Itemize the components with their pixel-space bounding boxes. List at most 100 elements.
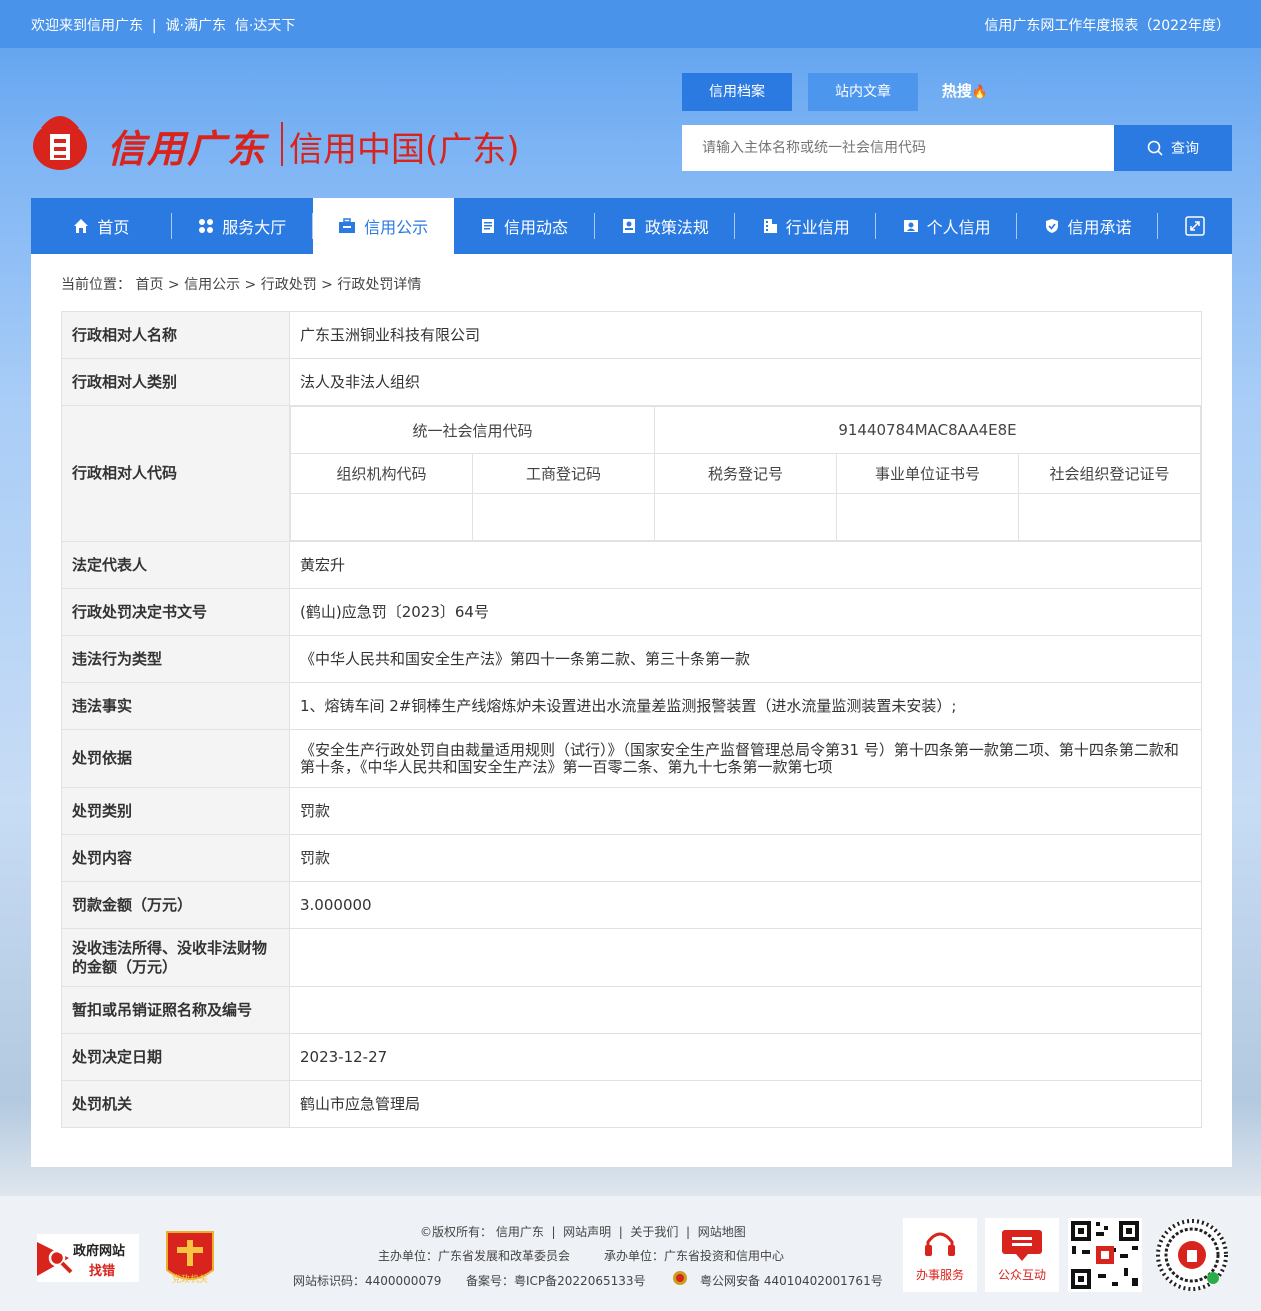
nav-expand-button[interactable] (1158, 198, 1232, 254)
home-icon (74, 219, 89, 233)
welcome-text: 欢迎来到信用广东 | 诚·满广东 信·达天下 (31, 18, 296, 34)
uscc-label: 统一社会信用代码 (290, 406, 655, 454)
expand-icon (1185, 216, 1205, 236)
party-gov-badge[interactable]: 党政机关 (163, 1230, 217, 1288)
table-row: 处罚决定日期 2023-12-27 (61, 1033, 1202, 1081)
row-value: 2023-12-27 (289, 1033, 1202, 1081)
footer-site-id: 网站标识码：4400000079 (293, 1274, 442, 1288)
row-value: 3.000000 (289, 881, 1202, 929)
top-bar: 欢迎来到信用广东 | 诚·满广东 信·达天下 信用广东网工作年度报表（2022年… (0, 0, 1261, 48)
row-label: 行政相对人名称 (61, 311, 290, 359)
nav-item-industry-credit[interactable]: 行业信用 (735, 198, 877, 254)
qr-code-icon[interactable] (1068, 1218, 1142, 1292)
mini-program-code-icon[interactable] (1155, 1218, 1229, 1292)
row-label: 法定代表人 (61, 541, 290, 589)
row-value: 鹤山市应急管理局 (289, 1080, 1202, 1128)
nav-item-personal-credit[interactable]: 个人信用 (876, 198, 1018, 254)
code-header: 工商登记码 (472, 453, 655, 494)
row-value (289, 928, 1202, 987)
nav-label: 政策法规 (644, 218, 709, 237)
police-badge-icon (673, 1271, 687, 1285)
magnifier-icon (37, 1242, 73, 1276)
hot-search-label: 热搜 (941, 82, 972, 100)
service-tile[interactable]: 办事服务 (903, 1218, 977, 1292)
codes-cell: 统一社会信用代码 91440784MAC8AA4E8E 组织机构代码 工商登记码… (289, 405, 1202, 542)
footer-sponsor: 主办单位：广东省发展和改革委员会 (378, 1249, 571, 1263)
search-button-label: 查询 (1171, 141, 1199, 157)
table-row: 处罚机关 鹤山市应急管理局 (61, 1080, 1202, 1128)
row-label: 处罚决定日期 (61, 1033, 290, 1081)
row-label: 处罚依据 (61, 729, 290, 788)
tab-credit-archive[interactable]: 信用档案 (682, 73, 792, 111)
building-icon (763, 219, 777, 233)
logo-divider (281, 122, 283, 166)
nav-item-home[interactable]: 首页 (31, 198, 172, 254)
table-row: 违法事实 1、熔铸车间 2#铜棒生产线熔炼炉未设置进出水流量差监测报警装置（进水… (61, 682, 1202, 730)
code-value (290, 493, 473, 541)
uscc-value: 91440784MAC8AA4E8E (654, 406, 1201, 454)
table-row: 法定代表人 黄宏升 (61, 541, 1202, 589)
nav-item-credit-commitment[interactable]: 信用承诺 (1017, 198, 1158, 254)
annual-report-link[interactable]: 信用广东网工作年度报表（2022年度） (984, 15, 1230, 35)
code-header: 组织机构代码 (290, 453, 473, 494)
table-row: 行政相对人名称 广东玉洲铜业科技有限公司 (61, 311, 1202, 359)
nav-label: 个人信用 (926, 218, 991, 237)
hot-search-link[interactable]: 热搜🔥 (930, 73, 1000, 111)
chat-bubble-icon (1002, 1229, 1042, 1261)
codes-table: 统一社会信用代码 91440784MAC8AA4E8E 组织机构代码 工商登记码… (290, 406, 1201, 541)
nav-item-service-hall[interactable]: 服务大厅 (172, 198, 313, 254)
table-row: 处罚类别 罚款 (61, 787, 1202, 835)
party-name-value: 广东玉洲铜业科技有限公司 (289, 311, 1202, 359)
gov-badge-line1: 政府网站 (73, 1244, 126, 1259)
row-label: 处罚机关 (61, 1080, 290, 1128)
footer-police-record[interactable]: 粤公网安备 44010402001761号 (700, 1272, 883, 1289)
site-logo[interactable]: 信用广东 信用中国(广东) (31, 100, 531, 180)
gov-badge-line2: 找错 (89, 1264, 116, 1279)
breadcrumb: 当前位置： 首页 > 信用公示 > 行政处罚 > 行政处罚详情 (61, 277, 422, 293)
service-tile-label: 办事服务 (915, 1267, 964, 1282)
nav-label: 行业信用 (785, 218, 850, 237)
row-label: 没收违法所得、没收非法财物的金额（万元） (61, 928, 290, 987)
code-value (472, 493, 655, 541)
row-value: 1、熔铸车间 2#铜棒生产线熔炼炉未设置进出水流量差监测报警装置（进水流量监测装… (289, 682, 1202, 730)
search-input[interactable] (682, 125, 1114, 171)
row-label: 违法行为类型 (61, 635, 290, 683)
nav-label: 信用承诺 (1067, 218, 1132, 237)
code-value (836, 493, 1019, 541)
grid-icon (199, 219, 214, 233)
table-row: 行政处罚决定书文号 (鹤山)应急罚〔2023〕64号 (61, 588, 1202, 636)
row-label: 暂扣或吊销证照名称及编号 (61, 986, 290, 1034)
footer-organizer: 承办单位：广东省投资和信用中心 (604, 1249, 785, 1263)
detail-panel: 当前位置： 首页 > 信用公示 > 行政处罚 > 行政处罚详情 行政相对人名称 … (31, 254, 1232, 1167)
table-row: 暂扣或吊销证照名称及编号 (61, 986, 1202, 1034)
nav-item-credit-publicity[interactable]: 信用公示 (312, 198, 454, 254)
logo-calligraphy-text: 信用广东 (107, 126, 268, 171)
nav-label: 服务大厅 (222, 218, 287, 237)
code-value (654, 493, 837, 541)
row-label: 行政相对人类别 (61, 358, 290, 406)
footer-icp[interactable]: 备案号：粤ICP备2022065133号 (466, 1272, 646, 1289)
shield-check-icon (1045, 219, 1058, 233)
code-value (1018, 493, 1201, 541)
row-label: 处罚内容 (61, 834, 290, 882)
search-icon (1147, 140, 1163, 156)
party-type-value: 法人及非法人组织 (289, 358, 1202, 406)
nav-item-credit-news[interactable]: 信用动态 (454, 198, 595, 254)
row-value: 《中华人民共和国安全生产法》第四十一条第二款、第三十条第一款 (289, 635, 1202, 683)
logo-title-text: 信用中国(广东) (289, 130, 520, 170)
tab-site-articles[interactable]: 站内文章 (808, 73, 918, 111)
row-value: 罚款 (289, 787, 1202, 835)
nav-item-policy[interactable]: 政策法规 (595, 198, 736, 254)
footer-links[interactable]: ©版权所有： 信用广东 | 网站声明 | 关于我们 | 网站地图 (420, 1223, 746, 1240)
row-label: 行政相对人代码 (61, 405, 290, 542)
gov-site-error-badge[interactable]: 政府网站 找错 (37, 1234, 139, 1282)
nav-label: 信用动态 (504, 218, 569, 237)
table-row: 处罚内容 罚款 (61, 834, 1202, 882)
row-value (289, 986, 1202, 1034)
interaction-tile[interactable]: 公众互动 (985, 1218, 1059, 1292)
table-row: 违法行为类型 《中华人民共和国安全生产法》第四十一条第二款、第三十条第一款 (61, 635, 1202, 683)
law-book-icon (622, 219, 635, 233)
search-button[interactable]: 查询 (1114, 125, 1232, 171)
nav-label: 信用公示 (364, 218, 429, 237)
table-row: 行政相对人类别 法人及非法人组织 (61, 358, 1202, 406)
